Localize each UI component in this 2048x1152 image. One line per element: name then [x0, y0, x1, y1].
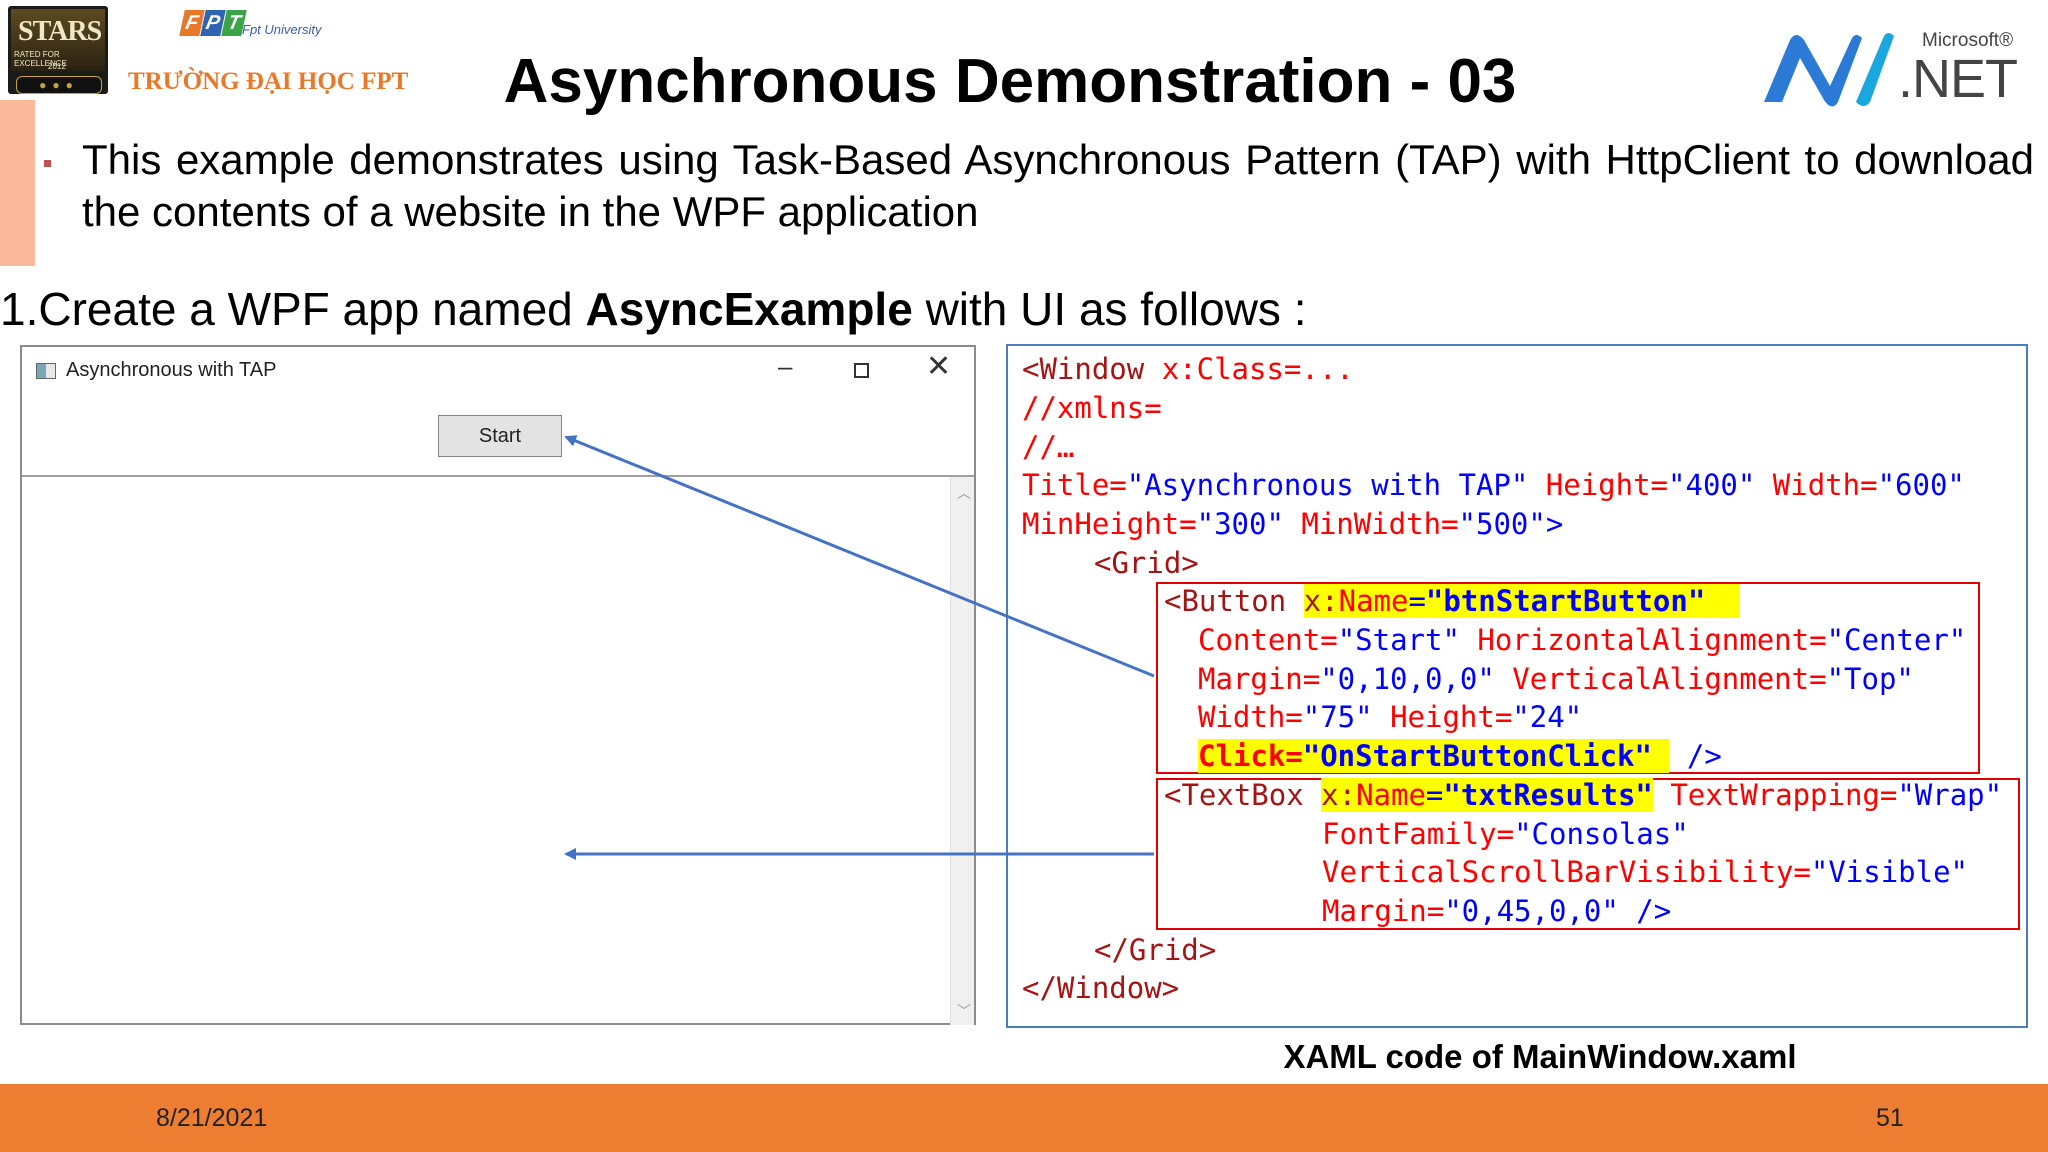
wpf-window-preview: Asynchronous with TAP – ✕ Start ︿ ﹀ [20, 345, 976, 1025]
window-app-icon [36, 363, 56, 379]
code-line-14: VerticalScrollBarVisibility="Visible" [1322, 855, 1969, 889]
footer-date: 8/21/2021 [156, 1104, 268, 1132]
code-line-7: <Button x:Name="btnStartButton" [1164, 582, 1741, 620]
accent-bar [0, 100, 35, 266]
xaml-code-box: <Window x:Class=... //xmlns= //… Title="… [1006, 344, 2028, 1028]
scroll-down-icon[interactable]: ﹀ [957, 1001, 971, 1021]
results-textbox[interactable]: ︿ ﹀ [22, 475, 974, 1025]
bullet-text: This example demonstrates using Task-Bas… [82, 136, 2034, 235]
code-line-16: </Grid> [1094, 933, 1217, 967]
step-instruction: 1.Create a WPF app named AsyncExample wi… [0, 282, 2040, 336]
code-line-13: FontFamily="Consolas" [1322, 817, 1689, 851]
code-line-9: Margin="0,10,0,0" VerticalAlignment="Top… [1198, 662, 1914, 696]
page-title: Asynchronous Demonstration - 03 [503, 47, 1517, 116]
code-line-8: Content="Start" HorizontalAlignment="Cen… [1198, 623, 1967, 657]
code-line-10: Width="75" Height="24" [1198, 700, 1583, 734]
fpt-logo-tiles: FPT [179, 10, 247, 36]
step-app-name: AsyncExample [585, 283, 913, 335]
window-title: Asynchronous with TAP [66, 359, 277, 381]
code-line-6: <Grid> [1094, 546, 1199, 580]
code-line-17: </Window> [1022, 971, 1180, 1005]
close-icon[interactable]: ✕ [926, 349, 951, 384]
code-line-4: Title="Asynchronous with TAP" Height="40… [1022, 468, 1965, 502]
code-line-5: MinHeight="300" MinWidth="500"> [1022, 507, 1564, 541]
code-line-1: <Window x:Class=... [1022, 352, 1354, 386]
fpt-university-label: Fpt University [242, 22, 322, 37]
maximize-icon[interactable] [854, 363, 869, 378]
page-number: 51 [1876, 1104, 1904, 1132]
code-line-2: //xmlns= [1022, 391, 1162, 425]
footer-bar: 8/21/2021 51 [0, 1084, 2048, 1152]
step-suffix: with UI as follows : [912, 283, 1307, 335]
start-button[interactable]: Start [438, 415, 562, 457]
code-line-11: Click="OnStartButtonClick" /> [1198, 739, 1722, 773]
vertical-scrollbar[interactable]: ︿ ﹀ [950, 477, 974, 1025]
minimize-icon[interactable]: – [778, 351, 792, 382]
code-line-3: //… [1022, 430, 1075, 464]
step-prefix: 1.Create a WPF app named [0, 283, 586, 335]
code-line-12: <TextBox x:Name="txtResults" TextWrappin… [1164, 778, 2003, 812]
bullet-square-icon [44, 160, 51, 167]
scroll-up-icon[interactable]: ︿ [957, 483, 971, 503]
code-caption: XAML code of MainWindow.xaml [1283, 1038, 1797, 1075]
stars-logo-word: STARS [18, 16, 102, 47]
code-line-15: Margin="0,45,0,0" /> [1322, 894, 1672, 928]
